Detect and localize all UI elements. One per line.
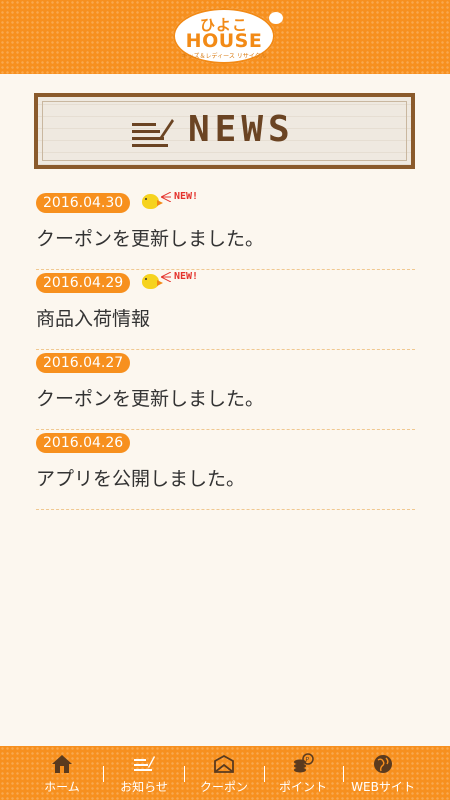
coupon-icon <box>214 754 234 773</box>
bottom-tab-bar: ホーム お知らせ クーポン P ポイント WEBサイト <box>0 746 450 800</box>
news-title: クーポンを更新しました。 <box>36 228 265 250</box>
app-logo[interactable]: ひよこ HOUSE キッズ＆レディース リサイクル <box>173 8 283 64</box>
tab-label: お知らせ <box>120 780 168 794</box>
tab-website[interactable]: WEBサイト <box>343 746 423 800</box>
tab-label: ポイント <box>278 780 327 794</box>
points-icon: P <box>294 753 314 773</box>
tab-points[interactable]: P ポイント <box>263 746 343 800</box>
news-title: 商品入荷情報 <box>36 308 151 330</box>
tab-label: WEBサイト <box>351 780 415 794</box>
news-item[interactable]: 2016.04.27 クーポンを更新しました。 <box>36 350 415 430</box>
sparkle-icon <box>161 272 171 282</box>
news-item[interactable]: 2016.04.26 アプリを公開しました。 <box>36 430 415 510</box>
tab-label: クーポン <box>199 780 248 794</box>
news-banner: NEWS <box>34 93 415 169</box>
svg-text:P: P <box>306 757 310 764</box>
tab-news[interactable]: お知らせ <box>104 746 184 800</box>
news-list: 2016.04.30 NEW! クーポンを更新しました。 2016.04.29 … <box>36 190 415 510</box>
new-label: NEW! <box>174 271 199 282</box>
news-icon <box>132 119 174 147</box>
globe-icon <box>374 755 392 773</box>
new-badge: NEW! <box>142 190 212 214</box>
logo-sub-text: キッズ＆レディース リサイクル <box>181 53 267 60</box>
news-title: アプリを公開しました。 <box>36 468 246 490</box>
news-icon <box>134 756 155 771</box>
tab-home[interactable]: ホーム <box>22 746 102 800</box>
home-icon <box>52 755 72 773</box>
news-date: 2016.04.27 <box>36 353 131 373</box>
news-item[interactable]: 2016.04.30 NEW! クーポンを更新しました。 <box>36 190 415 270</box>
banner-title: NEWS <box>188 109 295 150</box>
logo-main-text: HOUSE <box>185 30 263 52</box>
new-label: NEW! <box>174 191 199 202</box>
tab-coupon[interactable]: クーポン <box>184 746 264 800</box>
sparkle-icon <box>161 192 171 202</box>
news-item[interactable]: 2016.04.29 NEW! 商品入荷情報 <box>36 270 415 350</box>
news-date: 2016.04.26 <box>36 433 131 453</box>
new-badge: NEW! <box>142 270 212 294</box>
tab-label: ホーム <box>44 780 80 794</box>
news-title: クーポンを更新しました。 <box>36 388 265 410</box>
news-date: 2016.04.30 <box>36 193 131 213</box>
news-date: 2016.04.29 <box>36 273 131 293</box>
app-header: ひよこ HOUSE キッズ＆レディース リサイクル <box>0 0 450 74</box>
